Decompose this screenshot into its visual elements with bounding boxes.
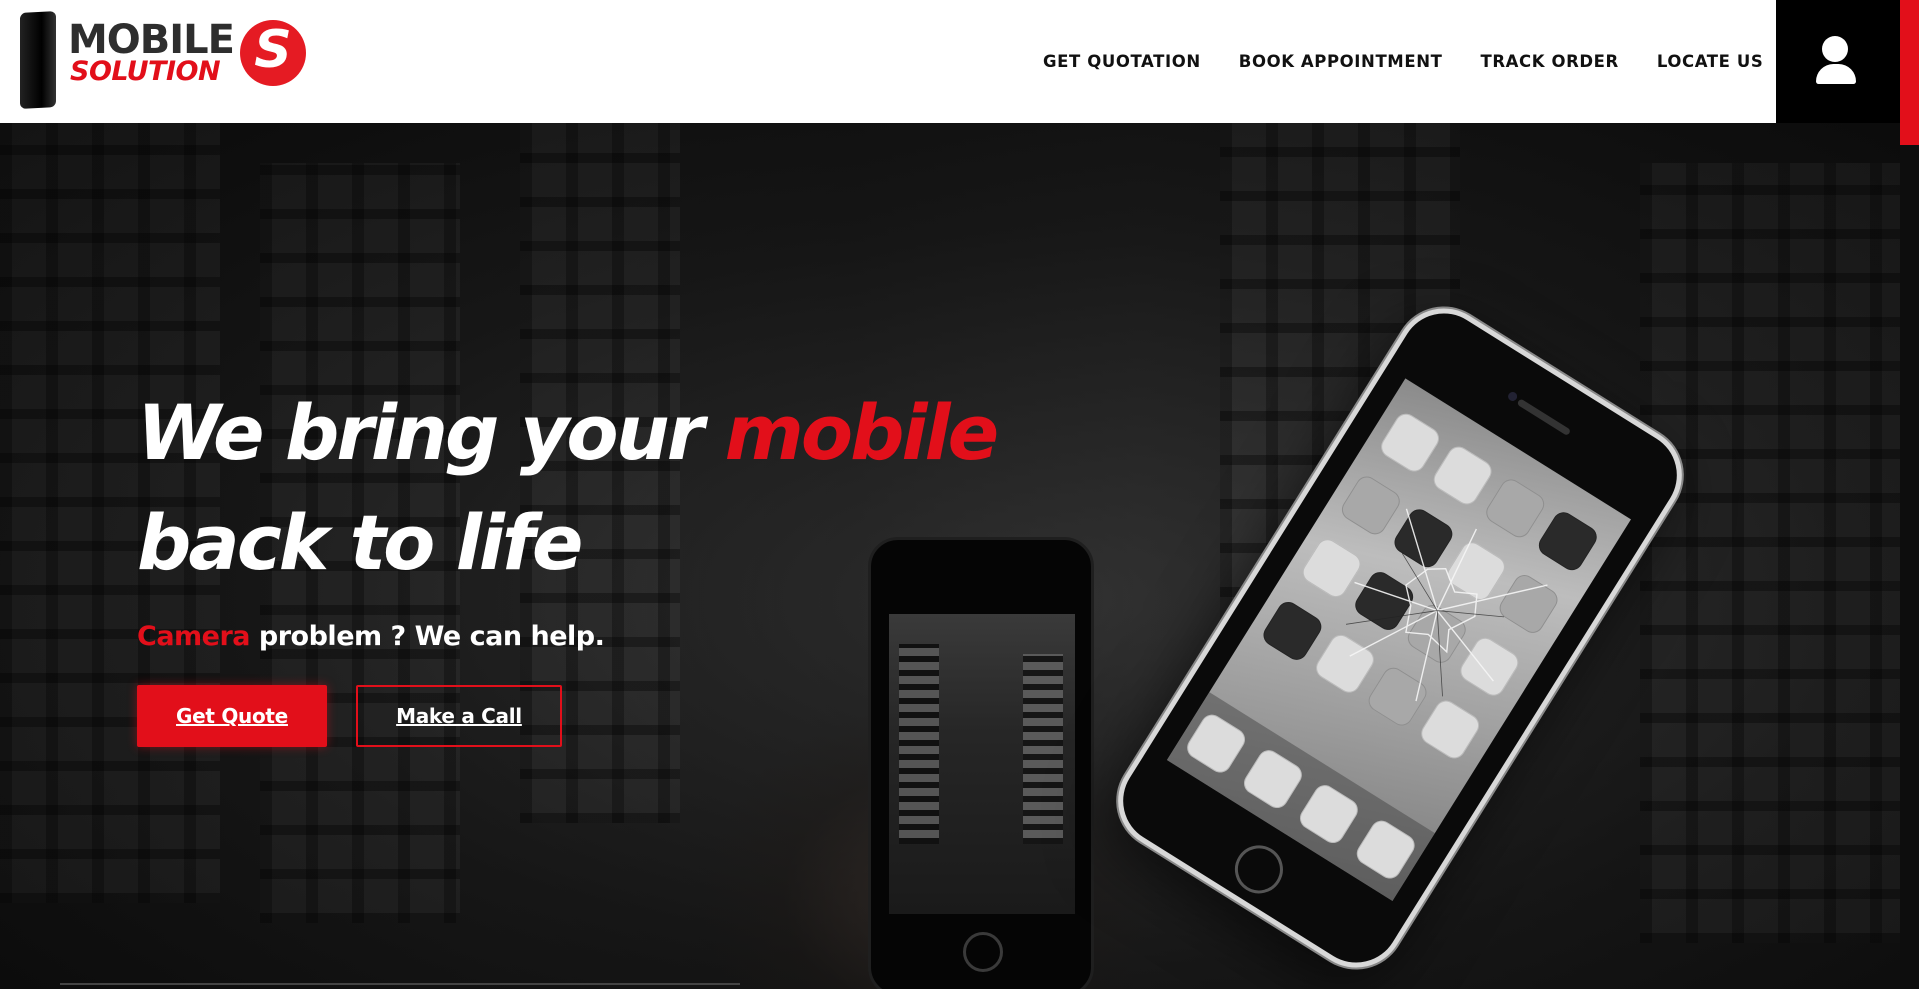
app-icon xyxy=(1429,442,1496,509)
headline-part1: We bring your xyxy=(137,388,725,477)
app-icon xyxy=(1259,597,1326,664)
logo-text-mobile: MOBILE xyxy=(68,17,235,63)
background-building xyxy=(1640,163,1900,943)
nav-track-order[interactable]: TRACK ORDER xyxy=(1480,52,1618,71)
hero-section: We bring your mobile back to life Camera… xyxy=(0,123,1900,989)
mail-app-icon xyxy=(1239,745,1306,813)
bottom-divider xyxy=(60,983,740,985)
home-button-icon xyxy=(1225,836,1293,903)
shutter-icon xyxy=(963,932,1003,972)
logo-badge-letter: S xyxy=(254,20,292,80)
user-icon xyxy=(1822,36,1848,62)
phone-camera-view xyxy=(889,614,1075,914)
logo[interactable]: MOBILE SOLUTION S xyxy=(18,10,318,110)
get-quote-button[interactable]: Get Quote xyxy=(137,685,327,747)
nav-locate-us[interactable]: LOCATE US xyxy=(1657,52,1764,71)
site-header: MOBILE SOLUTION S GET QUOTATION BOOK APP… xyxy=(0,0,1919,123)
subline-accent: Camera xyxy=(137,621,251,652)
app-icon xyxy=(1482,475,1549,542)
safari-app-icon xyxy=(1296,781,1363,848)
logo-phone-icon xyxy=(20,11,56,109)
app-icon xyxy=(1534,508,1601,575)
headline-accent: mobile xyxy=(724,388,999,477)
subline-rest: problem ? We can help. xyxy=(250,621,605,652)
nav-book-appointment[interactable]: BOOK APPOINTMENT xyxy=(1239,52,1443,71)
background-phone-image xyxy=(868,537,1094,989)
hero-headline: We bring your mobile back to life xyxy=(137,378,1037,598)
phone-body xyxy=(1100,290,1700,986)
main-nav: GET QUOTATION BOOK APPOINTMENT TRACK ORD… xyxy=(1043,52,1763,71)
logo-badge-icon: S xyxy=(240,20,306,86)
user-icon-body xyxy=(1816,64,1856,84)
front-camera-icon xyxy=(1506,390,1519,403)
logo-text-solution: SOLUTION xyxy=(70,56,221,87)
headline-part2: back to life xyxy=(137,498,583,587)
nav-get-quotation[interactable]: GET QUOTATION xyxy=(1043,52,1201,71)
make-a-call-button[interactable]: Make a Call xyxy=(356,685,562,747)
phone-app-icon xyxy=(1183,710,1250,777)
cracked-phone-image xyxy=(1100,290,1700,986)
accent-strip xyxy=(1900,0,1919,145)
account-button[interactable] xyxy=(1776,0,1900,123)
speaker-grille xyxy=(1516,398,1572,437)
hero-subline: Camera problem ? We can help. xyxy=(137,621,605,652)
app-icon xyxy=(1376,409,1444,476)
music-app-icon xyxy=(1352,816,1419,883)
